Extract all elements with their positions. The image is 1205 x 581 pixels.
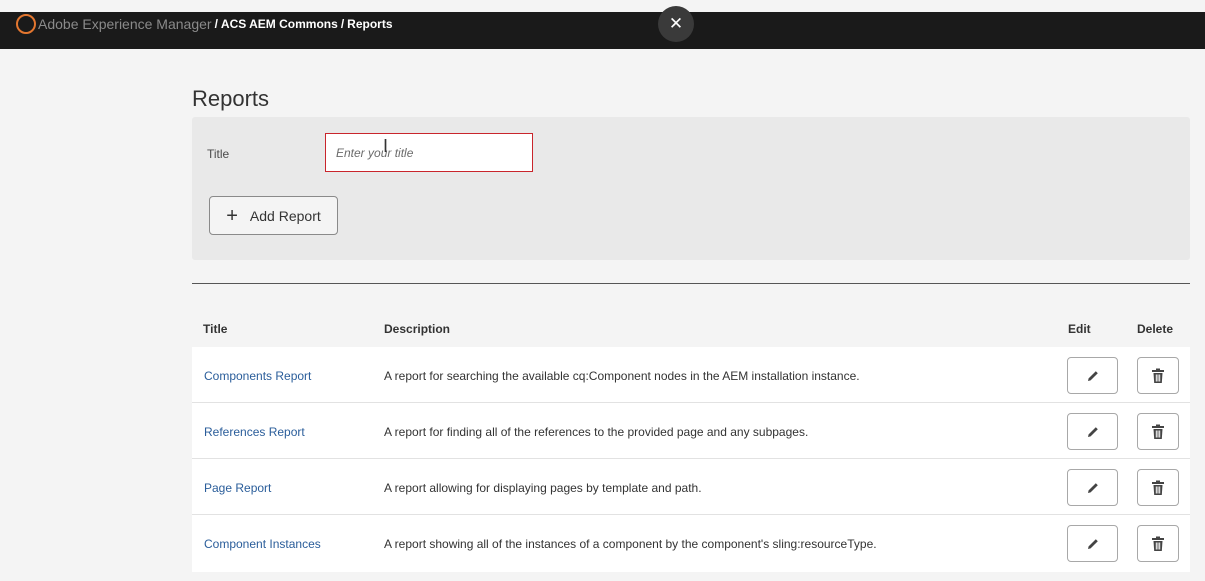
top-bar: Adobe Experience Manager / ACS AEM Commo… <box>0 12 1205 49</box>
title-label: Title <box>207 147 230 161</box>
pencil-icon <box>1087 482 1098 493</box>
breadcrumb: Adobe Experience Manager / ACS AEM Commo… <box>16 14 393 34</box>
column-header-description: Description <box>384 322 451 336</box>
delete-button[interactable] <box>1137 413 1179 450</box>
edit-button[interactable] <box>1067 357 1118 394</box>
report-title-link[interactable]: Components Report <box>204 369 311 383</box>
table-row: Component Instances A report showing all… <box>192 515 1190 572</box>
report-description: A report for finding all of the referenc… <box>384 425 809 439</box>
column-header-delete: Delete <box>1137 322 1174 336</box>
edit-button[interactable] <box>1067 413 1118 450</box>
adobe-logo-icon <box>16 14 36 34</box>
pencil-icon <box>1087 538 1098 549</box>
report-title-link[interactable]: Component Instances <box>204 537 321 551</box>
add-report-form: Title Ι + Add Report <box>192 117 1190 260</box>
trash-icon <box>1152 480 1164 495</box>
column-header-title: Title <box>203 322 228 336</box>
reports-page: Adobe Experience Manager / ACS AEM Commo… <box>0 0 1205 581</box>
report-description: A report showing all of the instances of… <box>384 537 877 551</box>
report-description: A report for searching the available cq:… <box>384 369 860 383</box>
breadcrumb-separator: / <box>214 17 218 31</box>
text-cursor-icon: Ι <box>383 136 389 156</box>
page-title: Reports <box>192 86 270 111</box>
table-row: Page Report A report allowing for displa… <box>192 459 1190 515</box>
report-title-link[interactable]: References Report <box>204 425 305 439</box>
pencil-icon <box>1087 370 1098 381</box>
breadcrumb-separator: / <box>340 17 345 31</box>
divider <box>192 283 1190 284</box>
brand-name[interactable]: Adobe Experience Manager <box>38 16 212 32</box>
reports-table: Components Report A report for searching… <box>192 347 1190 572</box>
trash-icon <box>1152 536 1164 551</box>
close-icon[interactable]: ✕ <box>658 6 694 42</box>
delete-button[interactable] <box>1137 469 1179 506</box>
breadcrumb-item-acs-aem-commons[interactable]: ACS AEM Commons <box>221 17 338 31</box>
report-title-link[interactable]: Page Report <box>204 481 271 495</box>
plus-icon: + <box>226 204 238 227</box>
add-report-button[interactable]: + Add Report <box>209 196 338 235</box>
table-row: References Report A report for finding a… <box>192 403 1190 459</box>
table-row: Components Report A report for searching… <box>192 347 1190 403</box>
delete-button[interactable] <box>1137 357 1179 394</box>
edit-button[interactable] <box>1067 469 1118 506</box>
delete-button[interactable] <box>1137 525 1179 562</box>
edit-button[interactable] <box>1067 525 1118 562</box>
column-header-edit: Edit <box>1068 322 1091 336</box>
trash-icon <box>1152 368 1164 383</box>
title-input[interactable] <box>325 133 533 172</box>
trash-icon <box>1152 424 1164 439</box>
report-description: A report allowing for displaying pages b… <box>384 481 702 495</box>
pencil-icon <box>1087 426 1098 437</box>
add-report-label: Add Report <box>249 207 321 224</box>
breadcrumb-item-reports[interactable]: Reports <box>347 17 392 31</box>
